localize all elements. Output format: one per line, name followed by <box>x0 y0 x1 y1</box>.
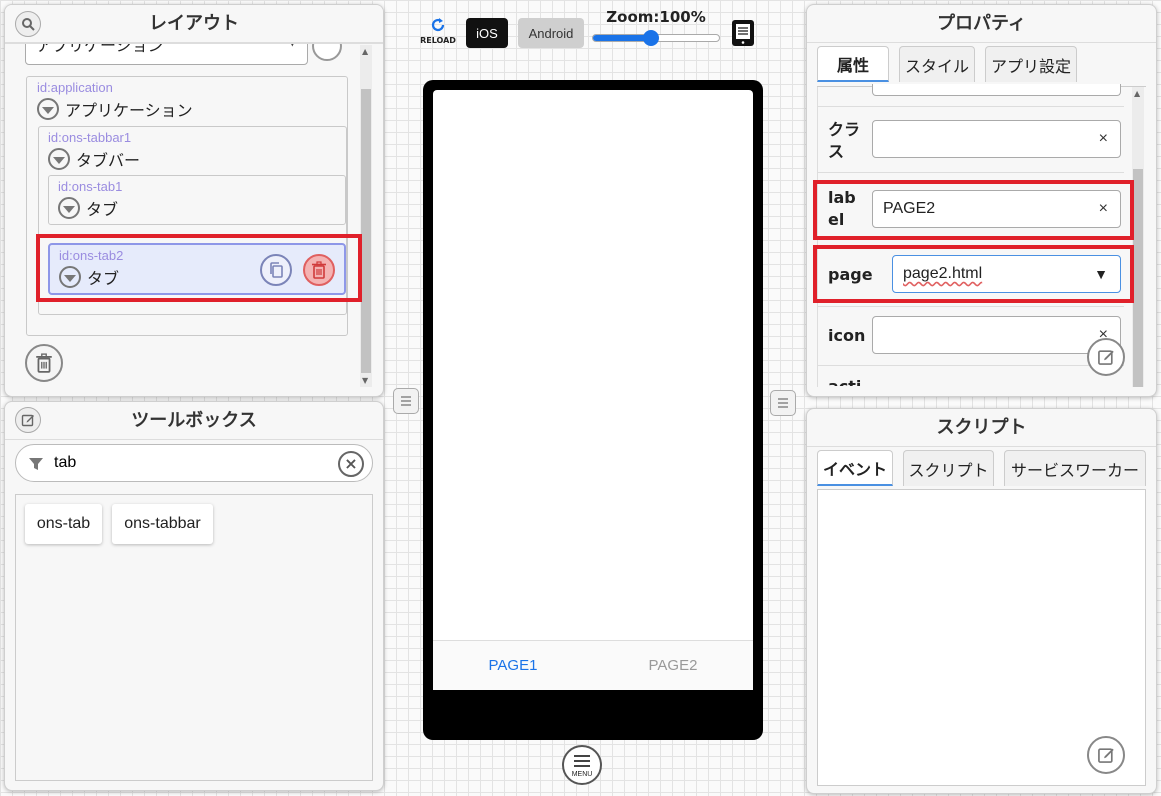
collapse-toggle-icon[interactable] <box>58 197 80 219</box>
toolbox-edit-button[interactable] <box>15 407 41 433</box>
tab-script[interactable]: スクリプト <box>903 450 994 486</box>
tab-style[interactable]: スタイル <box>899 46 975 82</box>
script-edit-button[interactable] <box>1087 736 1125 774</box>
android-button[interactable]: Android <box>518 18 584 48</box>
search-icon <box>22 18 35 31</box>
edit-icon <box>21 414 34 427</box>
highlight-box-label <box>813 180 1134 240</box>
menu-button[interactable]: MENU <box>562 745 602 785</box>
hamburger-icon <box>574 755 590 767</box>
node-id: id:ons-tab1 <box>58 179 123 194</box>
icon-label: icon <box>828 326 866 345</box>
panel-left-icon <box>401 396 411 406</box>
zoom-slider-thumb[interactable] <box>642 30 659 46</box>
clear-filter-button[interactable]: × <box>338 451 364 477</box>
layout-panel: レイアウト アプリケーション ▼ レイアウト id:application アプ… <box>4 4 384 397</box>
toolbox-panel: ツールボックス × <box>4 401 384 791</box>
scrollbar-thumb[interactable] <box>361 89 371 373</box>
properties-panel-title: プロパティ <box>807 5 1156 43</box>
toolbox-item-ons-tabbar[interactable]: ons-tabbar <box>112 504 213 544</box>
right-panel-toggle[interactable] <box>770 390 796 416</box>
tab-service-worker[interactable]: サービスワーカー <box>1004 450 1146 486</box>
properties-edit-button[interactable] <box>1087 338 1125 376</box>
phone-tab-page2[interactable]: PAGE2 <box>593 641 753 690</box>
ios-button[interactable]: iOS <box>466 18 508 48</box>
layout-panel-title-overlay: レイアウト <box>5 5 383 43</box>
panel-right-icon <box>778 398 788 408</box>
scroll-up-arrow[interactable]: ▲ <box>1134 89 1140 98</box>
script-panel-title: スクリプト <box>807 409 1156 447</box>
reload-icon <box>431 18 445 32</box>
row-divider <box>818 306 1124 307</box>
node-label[interactable]: タブ <box>58 196 118 220</box>
row-divider <box>818 365 1124 366</box>
node-label-text: タブバー <box>76 151 141 170</box>
filter-icon <box>29 458 43 470</box>
zoom-label: Zoom:100% <box>606 8 706 26</box>
phone-screen[interactable]: PAGE1 PAGE2 <box>433 90 753 690</box>
node-label[interactable]: タブバー <box>48 147 140 171</box>
zoom-slider-fill <box>593 35 651 41</box>
edit-icon <box>1098 748 1114 763</box>
trash-icon <box>36 353 52 373</box>
action-label-clipped: acti <box>828 376 861 386</box>
left-panel-toggle[interactable] <box>393 388 419 414</box>
tree-node-tab1[interactable]: id:ons-tab1 タブ <box>48 175 346 225</box>
scrollbar-thumb[interactable] <box>1133 169 1143 387</box>
reload-label: RELOAD <box>420 36 456 45</box>
layout-search-button-overlay[interactable] <box>15 11 41 37</box>
edit-icon <box>1098 350 1114 365</box>
highlight-box-selected-node <box>36 234 362 302</box>
node-id: id:ons-tabbar1 <box>48 130 132 145</box>
toolbox-item-ons-tab[interactable]: ons-tab <box>25 504 102 544</box>
collapse-toggle-icon[interactable] <box>48 148 70 170</box>
phone-tabbar: PAGE1 PAGE2 <box>433 640 753 690</box>
device-toggle-button[interactable] <box>732 20 754 46</box>
node-label-text: アプリケーション <box>65 101 193 120</box>
node-label[interactable]: アプリケーション <box>37 97 193 121</box>
node-id: id:application <box>37 80 113 95</box>
reload-button[interactable]: RELOAD <box>418 16 458 50</box>
phone-tab-page1[interactable]: PAGE1 <box>433 641 593 690</box>
close-icon: × <box>344 454 358 473</box>
class-field[interactable]: × <box>872 120 1121 158</box>
row-divider <box>818 106 1124 107</box>
scroll-down-arrow[interactable]: ▼ <box>362 376 368 385</box>
scroll-up-arrow[interactable]: ▲ <box>362 47 368 56</box>
collapse-toggle-icon[interactable] <box>37 98 59 120</box>
tablet-icon <box>736 24 750 44</box>
delete-all-button[interactable] <box>25 344 63 382</box>
clipped-field[interactable] <box>872 84 1121 96</box>
toolbox-panel-title: ツールボックス <box>5 402 383 440</box>
zoom-slider[interactable] <box>592 30 720 46</box>
icon-field[interactable]: × <box>872 316 1121 354</box>
tab-events[interactable]: イベント <box>817 450 893 486</box>
phone-frame: PAGE1 PAGE2 <box>423 80 763 740</box>
highlight-box-page <box>813 245 1134 303</box>
tab-attributes[interactable]: 属性 <box>817 46 889 82</box>
toolbox-filter-input[interactable] <box>54 451 324 475</box>
layout-scrollbar[interactable]: ▲ ▼ <box>360 45 372 387</box>
node-label-text: タブ <box>86 200 119 219</box>
row-divider <box>818 172 1124 173</box>
class-label: クラ ス <box>828 120 861 161</box>
menu-label: MENU <box>571 771 593 778</box>
properties-clip: acti <box>818 376 1118 386</box>
toolbox-filter[interactable]: × <box>15 444 373 482</box>
tab-app-settings[interactable]: アプリ設定 <box>985 46 1077 82</box>
clear-class-button[interactable]: × <box>1099 130 1108 148</box>
